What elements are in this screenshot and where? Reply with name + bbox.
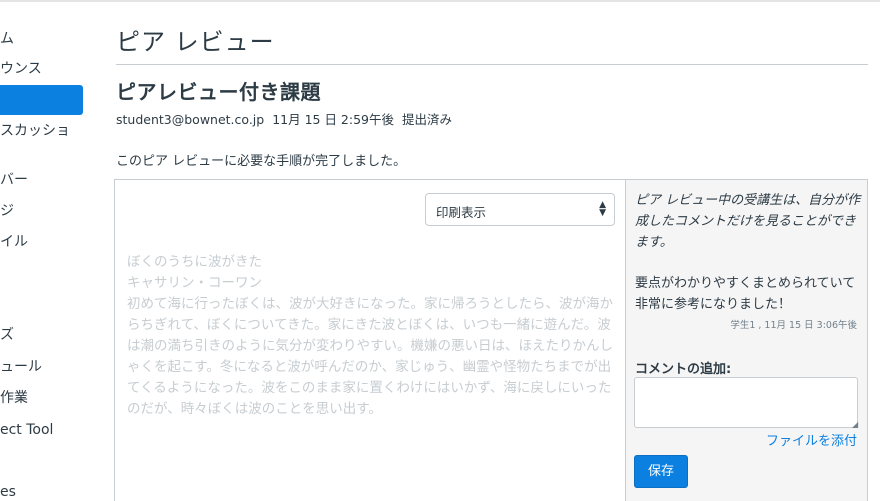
nav-item-files[interactable]: イル (0, 233, 28, 251)
assignment-title: ピアレビュー付き課題 (116, 80, 321, 104)
submit-status: 提出済み (402, 112, 453, 127)
nav-item-members[interactable]: バー (0, 171, 28, 189)
title-divider (116, 64, 868, 65)
peer-review-note: ピア レビュー中の受講生は、自分が作成したコメントだけを見ることができます。 (635, 193, 861, 250)
save-button[interactable]: 保存 (634, 455, 688, 488)
status-message: このピア レビューに必要な手順が完了しました。 (116, 154, 407, 169)
document-title-line: ぼくのうちに波がきた (127, 254, 262, 270)
comment-meta: 学生1 , 11月 15 日 3:06午後 (730, 320, 857, 331)
page-title: ピア レビュー (116, 28, 275, 56)
document-preview: 印刷表示 ▲ ▼ ぼくのうちに波がきた キャサリン・コーワン 初めて海に行ったぼく… (114, 179, 626, 501)
top-border (0, 0, 880, 2)
submit-date: 11月 15 日 2:59午後 (272, 112, 395, 127)
course-nav: ム ウンス スカッショ バー ジ イル ズ ュール 作業 ect Tool es (0, 0, 100, 501)
nav-item-quizzes[interactable]: ズ (0, 326, 14, 344)
comment-text: 要点がわかりやすくまとめられていて非常に参考になりました！ (635, 276, 856, 312)
nav-item-redirect-tool[interactable]: ect Tool (0, 421, 53, 439)
document-author-line: キャサリン・コーワン (127, 275, 262, 291)
nav-item-modules[interactable]: ュール (0, 358, 42, 376)
submission-info: student3@bownet.co.jp 11月 15 日 2:59午後 提出… (116, 109, 456, 128)
submitter-email: student3@bownet.co.jp (116, 112, 265, 127)
nav-item-discussions[interactable]: スカッショ (0, 122, 70, 140)
document-body: 初めて海に行ったぼくは、波が大好きになった。家に帰ろうとしたら、波が海からちぎれ… (127, 296, 613, 417)
view-mode-value: 印刷表示 (436, 205, 487, 220)
nav-item-collaborations[interactable]: 作業 (0, 389, 28, 407)
nav-item-outcomes[interactable]: es (0, 483, 16, 501)
comment-textarea[interactable] (634, 377, 858, 428)
select-arrows-icon: ▲ ▼ (599, 200, 606, 218)
nav-item-pages[interactable]: ジ (0, 202, 14, 220)
document-text: ぼくのうちに波がきた キャサリン・コーワン 初めて海に行ったぼくは、波が大好きに… (127, 252, 615, 420)
comments-panel: ピア レビュー中の受講生は、自分が作成したコメントだけを見ることができます。 要… (626, 179, 868, 501)
add-comment-label: コメントの追加: (635, 362, 732, 377)
nav-item-announcements[interactable]: ウンス (0, 60, 42, 78)
nav-item-assignments-active[interactable] (0, 85, 83, 115)
view-mode-select[interactable]: 印刷表示 ▲ ▼ (425, 193, 615, 226)
attach-file-link[interactable]: ファイルを添付 (766, 430, 857, 449)
nav-item-home[interactable]: ム (0, 30, 14, 48)
